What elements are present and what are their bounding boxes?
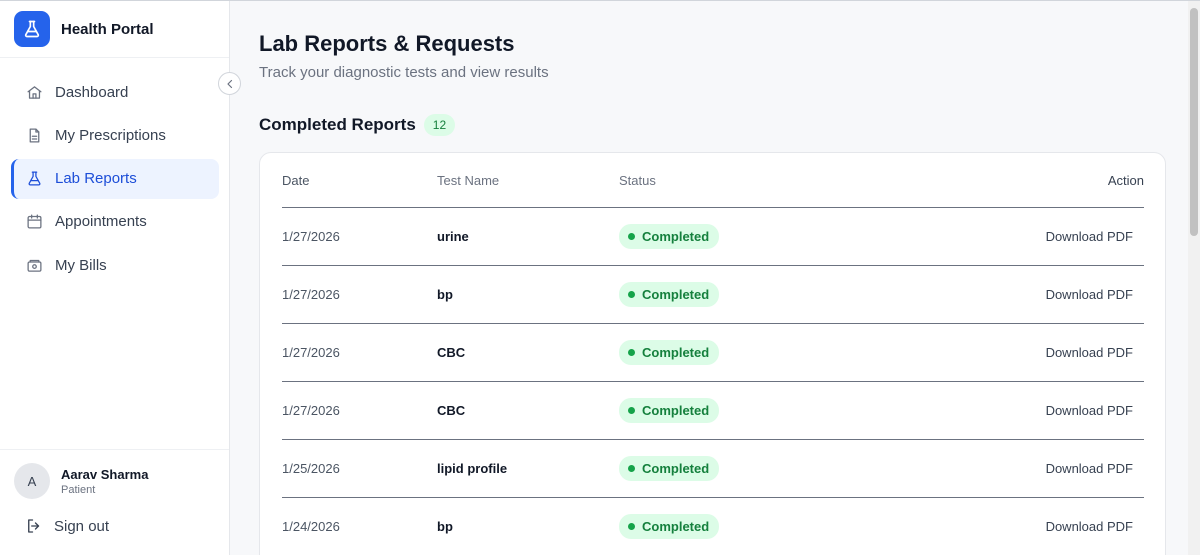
main-content: Lab Reports & Requests Track your diagno… bbox=[230, 0, 1200, 555]
table-row: 1/24/2026 bp Completed Download PDF bbox=[282, 498, 1144, 555]
row-date: 1/25/2026 bbox=[282, 461, 340, 476]
calendar-icon bbox=[25, 213, 43, 231]
status-dot bbox=[628, 233, 635, 240]
sidebar-item-appointments[interactable]: Appointments bbox=[11, 202, 219, 242]
table-header: Date Test Name Status Action bbox=[282, 153, 1144, 208]
row-test-name: bp bbox=[437, 519, 453, 534]
column-header-status: Status bbox=[619, 172, 656, 188]
document-icon bbox=[25, 126, 43, 144]
sidebar-item-label: My Bills bbox=[55, 256, 107, 274]
status-label: Completed bbox=[642, 229, 710, 244]
sidebar-item-label: Lab Reports bbox=[55, 170, 137, 188]
row-date: 1/27/2026 bbox=[282, 229, 340, 244]
divider bbox=[0, 57, 229, 58]
status-dot bbox=[628, 349, 635, 356]
sign-out-icon bbox=[25, 517, 43, 535]
avatar: A bbox=[14, 463, 50, 499]
status-dot bbox=[628, 407, 635, 414]
section-title: Completed Reports bbox=[259, 115, 416, 134]
brand-title: Health Portal bbox=[61, 20, 154, 38]
status-label: Completed bbox=[642, 461, 710, 476]
user-name: Aarav Sharma bbox=[61, 466, 149, 482]
window-top-border bbox=[0, 0, 1200, 1]
download-pdf-button[interactable]: Download PDF bbox=[919, 287, 1144, 302]
table-row: 1/27/2026 CBC Completed Download PDF bbox=[282, 324, 1144, 382]
table-row: 1/27/2026 CBC Completed Download PDF bbox=[282, 382, 1144, 440]
table-row: 1/27/2026 urine Completed Download PDF bbox=[282, 208, 1144, 266]
sidebar-item-prescriptions[interactable]: My Prescriptions bbox=[11, 115, 219, 155]
sidebar-item-dashboard[interactable]: Dashboard bbox=[11, 72, 219, 112]
download-pdf-button[interactable]: Download PDF bbox=[919, 229, 1144, 244]
section-header: Completed Reports 12 bbox=[259, 114, 456, 136]
status-dot bbox=[628, 523, 635, 530]
status-dot bbox=[628, 291, 635, 298]
row-date: 1/27/2026 bbox=[282, 345, 340, 360]
page-subtitle: Track your diagnostic tests and view res… bbox=[259, 64, 549, 81]
divider bbox=[0, 449, 229, 450]
brand[interactable]: Health Portal bbox=[14, 11, 154, 47]
row-test-name: bp bbox=[437, 287, 453, 302]
column-header-action: Action bbox=[1107, 172, 1144, 188]
column-header-date: Date bbox=[282, 172, 310, 188]
page-scrollbar[interactable] bbox=[1188, 0, 1200, 555]
status-dot bbox=[628, 465, 635, 472]
chevron-left-icon bbox=[226, 79, 232, 88]
row-date: 1/27/2026 bbox=[282, 403, 340, 418]
flask-icon bbox=[25, 170, 43, 188]
reports-table: Date Test Name Status Action 1/27/2026 u… bbox=[282, 153, 1144, 555]
flask-icon bbox=[14, 11, 50, 47]
download-pdf-button[interactable]: Download PDF bbox=[919, 519, 1144, 534]
sign-out-label: Sign out bbox=[54, 517, 110, 535]
wallet-icon bbox=[25, 256, 43, 274]
status-badge: Completed bbox=[619, 340, 720, 365]
status-badge: Completed bbox=[619, 282, 720, 307]
scrollbar-thumb[interactable] bbox=[1190, 8, 1198, 236]
sidebar-nav: Dashboard My Prescriptions Lab Reports A… bbox=[11, 72, 219, 288]
sidebar-item-label: Appointments bbox=[55, 213, 147, 231]
sign-out-button[interactable]: Sign out bbox=[25, 517, 109, 535]
reports-card: Date Test Name Status Action 1/27/2026 u… bbox=[259, 152, 1166, 555]
status-badge: Completed bbox=[619, 224, 720, 249]
status-badge: Completed bbox=[619, 514, 720, 539]
column-header-test-name: Test Name bbox=[437, 172, 500, 188]
page-title: Lab Reports & Requests bbox=[259, 31, 515, 56]
status-label: Completed bbox=[642, 519, 710, 534]
count-badge: 12 bbox=[423, 114, 456, 136]
row-test-name: CBC bbox=[437, 403, 466, 418]
status-label: Completed bbox=[642, 345, 710, 360]
sidebar-item-label: My Prescriptions bbox=[55, 126, 166, 144]
sidebar: Health Portal Dashboard My Prescriptions… bbox=[0, 0, 230, 555]
status-label: Completed bbox=[642, 287, 710, 302]
user-role: Patient bbox=[61, 483, 96, 496]
row-test-name: lipid profile bbox=[437, 461, 508, 476]
status-badge: Completed bbox=[619, 398, 720, 423]
sidebar-item-label: Dashboard bbox=[55, 83, 129, 101]
table-row: 1/25/2026 lipid profile Completed Downlo… bbox=[282, 440, 1144, 498]
download-pdf-button[interactable]: Download PDF bbox=[919, 403, 1144, 418]
row-date: 1/24/2026 bbox=[282, 519, 340, 534]
home-icon bbox=[25, 83, 43, 101]
collapse-sidebar-button[interactable] bbox=[218, 72, 241, 95]
sidebar-item-lab-reports[interactable]: Lab Reports bbox=[11, 158, 219, 199]
status-badge: Completed bbox=[619, 456, 720, 481]
status-label: Completed bbox=[642, 403, 710, 418]
table-row: 1/27/2026 bp Completed Download PDF bbox=[282, 266, 1144, 324]
row-date: 1/27/2026 bbox=[282, 287, 340, 302]
download-pdf-button[interactable]: Download PDF bbox=[919, 345, 1144, 360]
row-test-name: urine bbox=[437, 229, 469, 244]
download-pdf-button[interactable]: Download PDF bbox=[919, 461, 1144, 476]
row-test-name: CBC bbox=[437, 345, 466, 360]
user-profile: A Aarav Sharma Patient bbox=[14, 463, 148, 499]
sidebar-item-bills[interactable]: My Bills bbox=[11, 245, 219, 285]
